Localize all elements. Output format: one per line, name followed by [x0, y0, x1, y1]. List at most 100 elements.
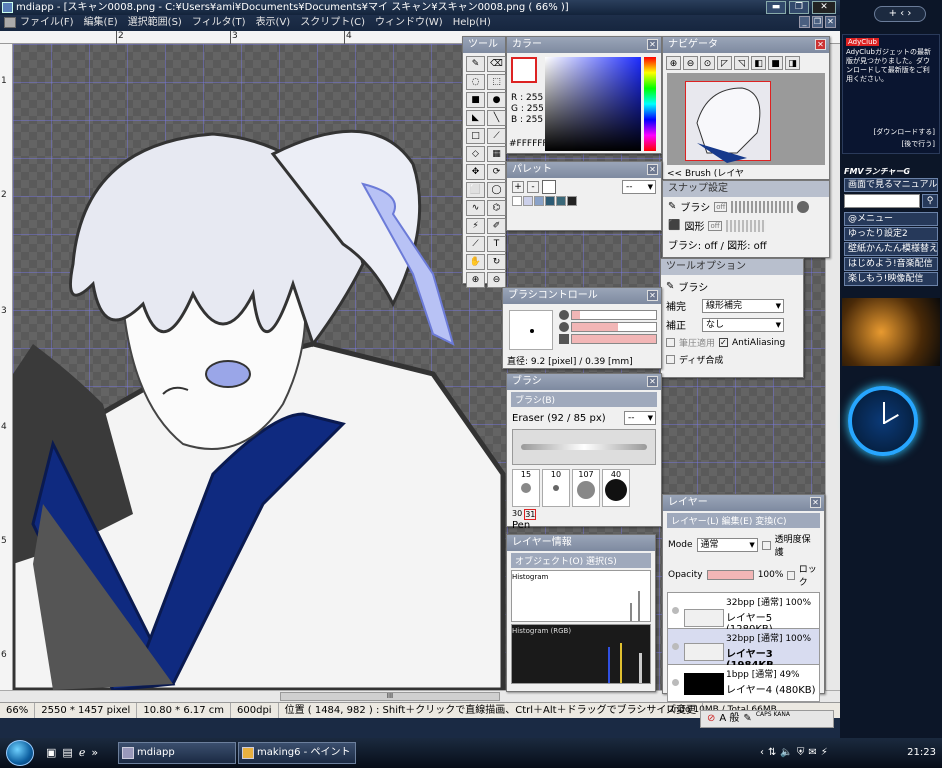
line-tool-icon[interactable]: ╲ — [487, 110, 506, 126]
foreground-color-swatch[interactable] — [511, 57, 537, 83]
reset-view-icon[interactable]: ■ — [768, 56, 783, 70]
flip-icon[interactable]: ◧ — [751, 56, 766, 70]
brush-opacity-slider[interactable] — [571, 322, 657, 332]
taskbar-item-paint[interactable]: making6 - ペイント — [238, 742, 356, 764]
close-icon[interactable]: ✕ — [647, 376, 658, 387]
snap-brush-off[interactable]: off — [714, 201, 728, 212]
hand-tool-icon[interactable]: ✋ — [466, 254, 485, 270]
gmail-icon[interactable]: ✉ — [808, 744, 816, 762]
minimize-button[interactable]: ▬ — [766, 1, 786, 14]
mirror-icon[interactable]: ◨ — [785, 56, 800, 70]
tray-expand-icon[interactable]: ‹ — [760, 744, 764, 762]
pen-tool-icon[interactable]: ✎ — [466, 56, 485, 72]
layer-info-menu[interactable]: オブジェクト(O) 選択(S) — [511, 553, 651, 568]
sidebar-link-manual[interactable]: 画面で見るマニュアル — [844, 178, 938, 192]
sidebar-add-button[interactable]: + ‹ › — [874, 6, 926, 22]
ime-icon[interactable]: ⊘ — [707, 711, 715, 727]
ie-icon[interactable]: ℯ — [79, 746, 86, 759]
menu-selection[interactable]: 選択範囲(S) — [128, 15, 182, 31]
menu-script[interactable]: スクリプト(C) — [300, 15, 365, 31]
palette-swatch[interactable] — [523, 196, 533, 206]
rect-fill-tool-icon[interactable]: ■ — [466, 92, 485, 108]
layer-opacity-slider[interactable] — [706, 570, 754, 580]
ime-tools-icon[interactable]: ✎ — [743, 711, 751, 727]
close-icon[interactable]: ✕ — [810, 497, 821, 508]
rotate-right-icon[interactable]: ◹ — [734, 56, 749, 70]
antialiasing-checkbox[interactable]: ✓ — [719, 338, 729, 347]
network-icon[interactable]: ⇅ — [768, 744, 776, 762]
rotate-view-icon[interactable]: ↻ — [487, 254, 506, 270]
palette-swatch[interactable] — [556, 196, 566, 206]
zoom-fit-icon[interactable]: ⊙ — [700, 56, 715, 70]
layer-item[interactable]: 32bpp [通常] 100%レイヤー3 (1984KB — [668, 629, 819, 671]
sidebar-link-music[interactable]: はじめよう!音楽配信 — [844, 257, 938, 271]
dither-checkbox[interactable] — [666, 355, 675, 364]
select-poly-icon[interactable]: ⌬ — [487, 200, 506, 216]
text-tool-icon[interactable]: T — [487, 236, 506, 252]
wand-tool-icon[interactable]: ⚡ — [466, 218, 485, 234]
menu-file[interactable]: ファイル(F) — [20, 15, 74, 31]
select-ellipse-icon[interactable]: ◯ — [487, 182, 506, 198]
menu-filter[interactable]: フィルタ(T) — [192, 15, 246, 31]
gradient-tool-icon[interactable]: ▦ — [487, 146, 506, 162]
lock-checkbox[interactable] — [787, 570, 795, 580]
start-button[interactable] — [6, 740, 34, 766]
show-desktop-icon[interactable]: ▣ — [46, 746, 56, 759]
menu-window[interactable]: ウィンドウ(W) — [375, 15, 443, 31]
power-icon[interactable]: ⚡ — [821, 744, 828, 762]
rect-tool-icon[interactable]: □ — [466, 128, 485, 144]
search-icon[interactable]: ⚲ — [922, 194, 938, 208]
pressure-checkbox[interactable] — [666, 338, 675, 347]
polyline-tool-icon[interactable]: ⟋ — [487, 128, 506, 144]
ellipse-fill-tool-icon[interactable]: ● — [487, 92, 506, 108]
maximize-button[interactable]: ❐ — [789, 1, 809, 14]
remove-swatch-button[interactable]: - — [527, 181, 539, 193]
close-icon[interactable]: ✕ — [815, 39, 826, 50]
sidebar-search-input[interactable] — [844, 194, 920, 208]
close-icon[interactable]: ✕ — [647, 39, 658, 50]
brush-size-slider[interactable] — [571, 310, 657, 320]
hue-slider[interactable] — [644, 57, 656, 151]
snap-pattern-options[interactable] — [731, 200, 794, 213]
select-lasso-icon[interactable]: ∿ — [466, 200, 485, 216]
snap-shape-off[interactable]: off — [708, 220, 722, 231]
close-icon[interactable]: ✕ — [647, 164, 658, 175]
sidebar-link-wallpaper[interactable]: 壁紙かんたん模様替え — [844, 242, 938, 256]
volume-icon[interactable]: 🔈 — [780, 744, 792, 762]
switch-windows-icon[interactable]: ▤ — [62, 746, 72, 759]
adyclub-later-link[interactable]: [後で行う] — [902, 139, 935, 149]
doc-restore-button[interactable]: ❐ — [812, 16, 823, 28]
zoom-out-icon[interactable]: ⊖ — [683, 56, 698, 70]
select-tool-icon[interactable]: ⬚ — [487, 74, 506, 90]
zoom-in-icon[interactable]: ⊕ — [666, 56, 681, 70]
rotate-tool-icon[interactable]: ⟳ — [487, 164, 506, 180]
zoom-out-tool-icon[interactable]: ⊖ — [487, 272, 506, 288]
protect-checkbox[interactable] — [761, 540, 771, 550]
snap-circle-option[interactable] — [797, 200, 810, 213]
security-icon[interactable]: ⛨ — [797, 744, 805, 762]
current-swatch[interactable] — [542, 180, 556, 194]
snap-shape-options[interactable] — [725, 219, 766, 232]
move-tool-icon[interactable]: ✥ — [466, 164, 485, 180]
menu-edit[interactable]: 編集(E) — [84, 15, 118, 31]
brush-density-slider[interactable] — [571, 334, 657, 344]
brush-preset-select[interactable]: -- — [624, 411, 656, 425]
sidebar-link-video[interactable]: 楽しもう!映像配信 — [844, 272, 938, 286]
menu-help[interactable]: Help(H) — [453, 15, 491, 31]
adyclub-download-link[interactable]: [ダウンロードする] — [874, 127, 935, 137]
ime-bar[interactable]: ⊘ A 般 ✎ CAPS KANA — [700, 710, 834, 728]
curve-tool-icon[interactable]: ◣ — [466, 110, 485, 126]
select-rect-icon[interactable]: ⬜ — [466, 182, 485, 198]
doc-close-button[interactable]: ✕ — [825, 16, 836, 28]
layer-menu[interactable]: レイヤー(L) 編集(E) 変換(C) — [667, 513, 820, 528]
layer-item[interactable]: 32bpp [通常] 100%レイヤー5 (1280KB) — [668, 593, 819, 635]
sidebar-link-settings[interactable]: ゆったり設定2 — [844, 227, 938, 241]
palette-swatch[interactable] — [567, 196, 577, 206]
saturation-value-picker[interactable] — [545, 57, 641, 151]
scroll-thumb[interactable]: III — [280, 692, 500, 701]
layer-item[interactable]: 1bpp [通常] 49% レイヤー4 (480KB) — [668, 665, 819, 701]
palette-select[interactable]: -- — [622, 180, 656, 194]
palette-swatch[interactable] — [512, 196, 522, 206]
hosei-select[interactable]: なし — [702, 317, 784, 332]
slideshow-gadget[interactable] — [842, 298, 940, 366]
